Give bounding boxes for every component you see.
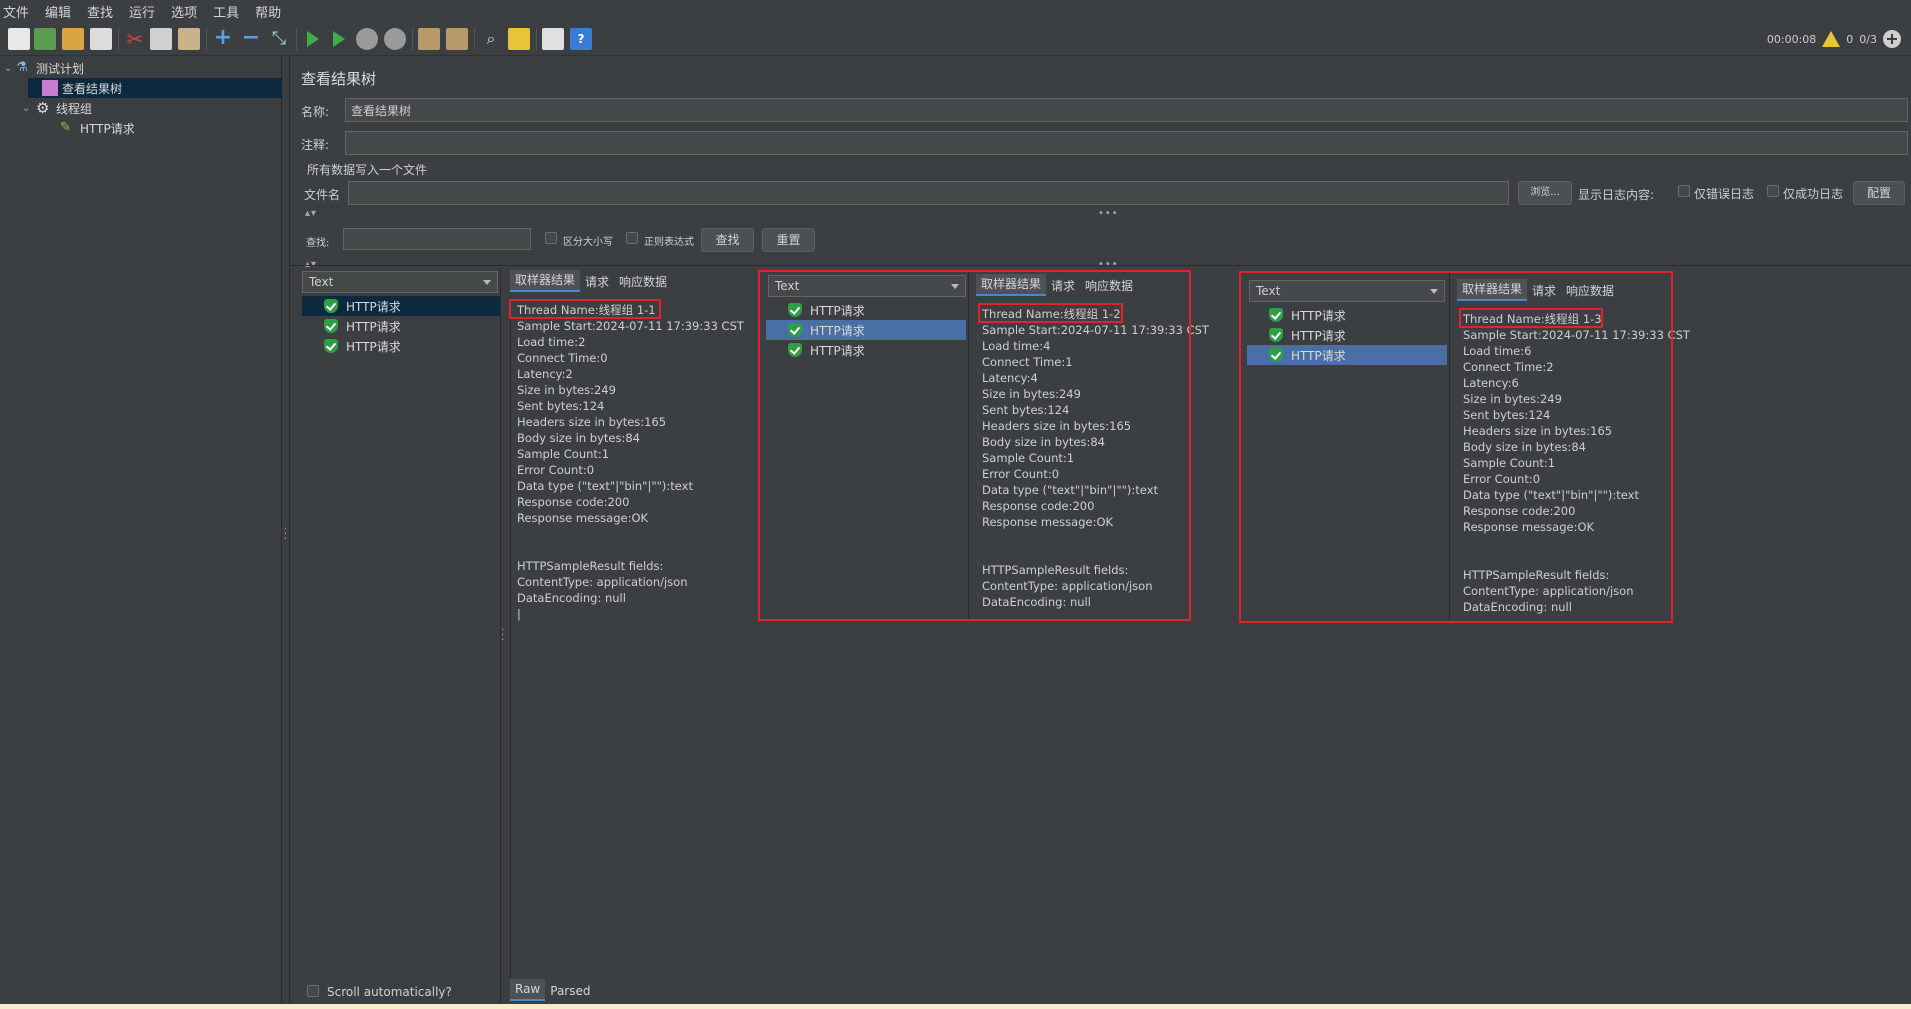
tree-item-thread-group[interactable]: ⌄ ⚙ 线程组 [22, 98, 92, 118]
case-sensitive-checkbox[interactable] [545, 232, 557, 244]
toolbar: ✂ + − ⤡ ⌕ ? [0, 22, 1911, 56]
renderer-select[interactable]: Text [302, 271, 498, 293]
warning-count: 0 [1846, 32, 1854, 46]
tree-item-test-plan[interactable]: ⌄ ⚗ 测试计划 [4, 58, 84, 78]
success-shield-icon [324, 339, 338, 353]
copy-icon[interactable] [150, 28, 172, 50]
cut-icon[interactable]: ✂ [124, 28, 146, 50]
result-item[interactable]: HTTP请求 [302, 296, 500, 316]
panel-title: 查看结果树 [301, 70, 377, 88]
gear-icon: ⚙ [36, 99, 50, 117]
templates-icon[interactable] [34, 28, 56, 50]
menu-help[interactable]: 帮助 [249, 2, 287, 21]
menu-file[interactable]: 文件 [0, 2, 35, 21]
open-icon[interactable] [62, 28, 84, 50]
reset-button[interactable]: 重置 [762, 228, 815, 252]
highlight-frame-3 [1239, 271, 1673, 623]
status-area: 00:00:08 0 0/3 + [1767, 28, 1901, 50]
elapsed-time: 00:00:08 [1766, 32, 1817, 46]
search-label: 查找: [306, 238, 330, 249]
filename-input[interactable] [348, 181, 1509, 205]
chevron-down-icon[interactable]: ⌄ [22, 103, 36, 114]
errors-only-checkbox[interactable] [1678, 185, 1690, 197]
scroll-auto-label: Scroll automatically? [327, 985, 452, 999]
add-icon[interactable]: + [1883, 30, 1901, 48]
regex-label: 正则表达式 [644, 237, 694, 248]
reset-search-icon[interactable] [508, 28, 530, 50]
success-only-label: 仅成功日志 [1783, 187, 1844, 201]
results-splitter[interactable]: · · · [500, 268, 506, 1009]
tree-item-http-request[interactable]: ✎ HTTP请求 [60, 118, 135, 138]
menu-search[interactable]: 查找 [81, 2, 119, 21]
start-icon[interactable] [302, 28, 324, 50]
tab-response-data[interactable]: 响应数据 [614, 272, 672, 292]
browse-button[interactable]: 浏览... [1518, 181, 1572, 205]
menu-bar: 文件 编辑 查找 运行 选项 工具 帮助 [0, 0, 1911, 22]
active-threads: 0/3 [1859, 32, 1877, 46]
comment-label: 注释: [301, 138, 330, 152]
start-no-pauses-icon[interactable] [328, 28, 350, 50]
result-item[interactable]: HTTP请求 [302, 336, 500, 356]
tab-sampler-result[interactable]: 取样器结果 [510, 270, 581, 292]
highlight-frame-2 [758, 270, 1191, 621]
case-sensitive-label: 区分大小写 [563, 237, 613, 248]
chart-icon [42, 80, 58, 96]
clear-all-icon[interactable] [446, 28, 468, 50]
new-icon[interactable] [8, 28, 30, 50]
view-tabs: Raw Parsed [510, 979, 596, 1001]
paste-icon[interactable] [178, 28, 200, 50]
tree-item-results-tree[interactable]: 查看结果树 [28, 78, 282, 98]
menu-options[interactable]: 选项 [165, 2, 203, 21]
sampler-detail-1: Thread Name:线程组 1-1 Sample Start:2024-07… [517, 303, 744, 621]
expand-icon[interactable]: + [212, 27, 234, 50]
main-splitter[interactable]: · · · [282, 57, 290, 1009]
chevron-down-icon [483, 280, 491, 285]
scroll-auto-checkbox[interactable] [307, 985, 319, 997]
help-icon[interactable]: ? [570, 28, 592, 50]
regex-checkbox[interactable] [626, 232, 638, 244]
result-item[interactable]: HTTP请求 [302, 316, 500, 336]
chevron-down-icon[interactable]: ⌄ [4, 63, 16, 74]
menu-edit[interactable]: 编辑 [39, 2, 77, 21]
comment-input[interactable] [345, 131, 1908, 155]
clear-icon[interactable] [418, 28, 440, 50]
pipette-icon: ✎ [60, 120, 71, 135]
success-shield-icon [324, 319, 338, 333]
log-display-label: 显示日志内容: [1578, 188, 1655, 202]
search-icon[interactable]: ⌕ [480, 28, 502, 50]
highlight-box [509, 299, 661, 319]
collapse-arrows-icon[interactable]: ▴▾ [305, 208, 317, 219]
result-tabs: 取样器结果 请求 响应数据 [510, 270, 672, 292]
toggle-icon[interactable]: ⤡ [268, 28, 290, 50]
stop-icon[interactable] [356, 28, 378, 50]
splitter-handle[interactable]: ••• [1098, 208, 1119, 219]
flask-icon: ⚗ [16, 60, 28, 75]
search-button[interactable]: 查找 [701, 228, 754, 252]
menu-tools[interactable]: 工具 [207, 2, 245, 21]
tab-request[interactable]: 请求 [580, 272, 614, 292]
filename-label: 文件名 [304, 188, 341, 202]
search-input[interactable] [343, 228, 531, 250]
shutdown-icon[interactable] [384, 28, 406, 50]
warning-icon[interactable] [1822, 31, 1841, 47]
tab-raw[interactable]: Raw [510, 979, 546, 1001]
collapse-icon[interactable]: − [240, 27, 262, 50]
name-input[interactable]: 查看结果树 [345, 98, 1908, 122]
function-helper-icon[interactable] [542, 28, 564, 50]
save-icon[interactable] [90, 28, 112, 50]
success-shield-icon [324, 299, 338, 313]
file-section-label: 所有数据写入一个文件 [307, 163, 428, 177]
name-label: 名称: [301, 105, 330, 119]
menu-run[interactable]: 运行 [123, 2, 161, 21]
test-plan-tree: ⌄ ⚗ 测试计划 查看结果树 ⌄ ⚙ 线程组 ✎ HTTP请求 [0, 57, 282, 1009]
success-only-checkbox[interactable] [1767, 185, 1779, 197]
configure-button[interactable]: 配置 [1853, 181, 1905, 205]
tab-parsed[interactable]: Parsed [545, 981, 595, 1001]
errors-only-label: 仅错误日志 [1694, 187, 1755, 201]
